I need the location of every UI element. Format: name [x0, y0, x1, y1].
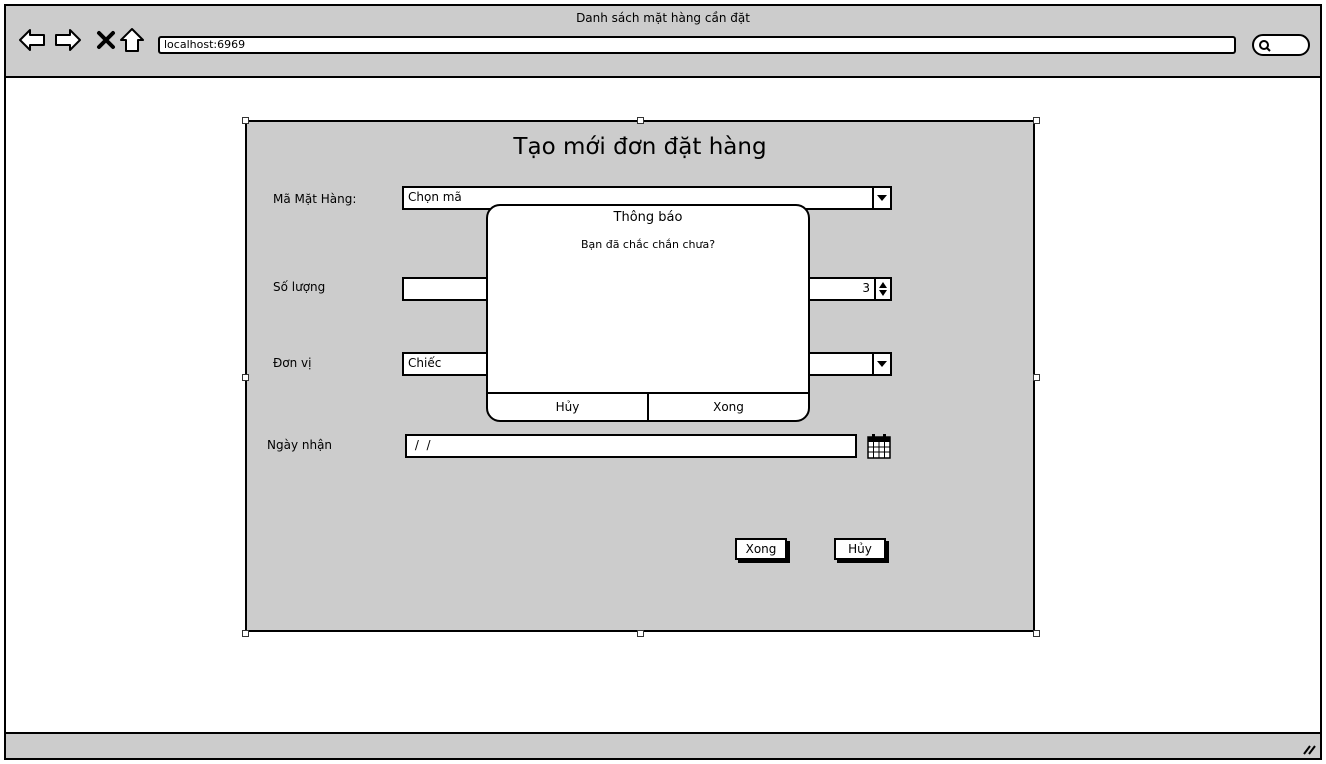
calendar-icon[interactable]: [867, 433, 891, 459]
receive-date-input[interactable]: / /: [405, 434, 857, 458]
stop-x-icon[interactable]: [92, 26, 120, 54]
chevron-down-icon[interactable]: [872, 188, 890, 208]
dialog-done-button[interactable]: Xong: [647, 394, 808, 420]
search-icon: [1259, 40, 1271, 52]
browser-statusbar: [6, 732, 1320, 758]
home-icon[interactable]: [118, 26, 146, 54]
browser-search-button[interactable]: [1252, 34, 1310, 56]
selection-handle: [242, 374, 249, 381]
dialog-title: Thông báo: [613, 210, 683, 225]
cancel-button[interactable]: Hủy: [834, 538, 886, 560]
done-button[interactable]: Xong: [735, 538, 787, 560]
forward-arrow-icon[interactable]: [54, 26, 82, 54]
selection-handle: [1033, 117, 1040, 124]
window-title: Danh sách mặt hàng cần đặt: [576, 11, 750, 25]
chevron-down-icon[interactable]: [872, 354, 890, 374]
selection-handle: [637, 630, 644, 637]
selection-handle: [1033, 374, 1040, 381]
selection-handle: [242, 117, 249, 124]
unit-label: Đơn vị: [273, 356, 312, 370]
item-code-label: Mã Mặt Hàng:: [273, 192, 357, 206]
unit-value: Chiếc: [408, 356, 442, 370]
selection-handle: [242, 630, 249, 637]
url-input[interactable]: localhost:6969: [158, 36, 1236, 54]
quantity-value: 3: [862, 281, 870, 295]
form-title: Tạo mới đơn đặt hàng: [513, 134, 767, 160]
resize-grip-icon[interactable]: [1300, 741, 1316, 755]
confirm-dialog: Thông báo Bạn đã chắc chắn chưa? Hủy Xon…: [486, 204, 810, 422]
dialog-cancel-button[interactable]: Hủy: [488, 394, 647, 420]
back-arrow-icon[interactable]: [18, 26, 46, 54]
selection-handle: [1033, 630, 1040, 637]
quantity-label: Số lượng: [273, 280, 326, 294]
dialog-footer: Hủy Xong: [488, 392, 808, 420]
browser-toolbar: Danh sách mặt hàng cần đặt localhost:696…: [6, 6, 1320, 78]
item-code-value: Chọn mã: [408, 190, 462, 204]
receive-date-label: Ngày nhận: [267, 438, 333, 452]
dialog-message: Bạn đã chắc chắn chưa?: [580, 238, 716, 251]
spinner-arrows-icon[interactable]: [874, 279, 890, 299]
selection-handle: [637, 117, 644, 124]
